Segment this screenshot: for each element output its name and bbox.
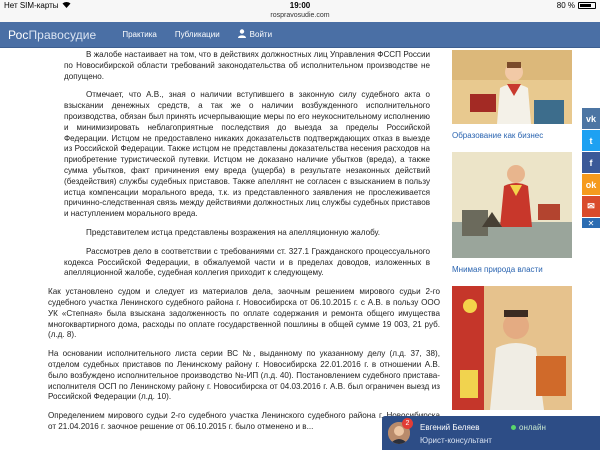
- site-header: РосПравосудие Практика Публикации Войти: [0, 22, 600, 48]
- facebook-glyph: f: [589, 157, 593, 168]
- odnoklassniki-glyph: ok: [585, 179, 597, 190]
- logo-rest: Правосудие: [28, 27, 97, 42]
- online-status: онлайн: [511, 423, 546, 432]
- facebook-icon[interactable]: f: [582, 152, 600, 173]
- ios-status-bar: Нет SIM-карты 19:00 80 %: [0, 0, 600, 12]
- address-bar[interactable]: rospravosudie.com: [0, 12, 600, 22]
- nav-publications[interactable]: Публикации: [175, 29, 220, 40]
- sidebar-card-caption[interactable]: Образование как бизнес: [452, 131, 572, 140]
- article-paragraph: Отмечает, что А.В., зная о наличии вступ…: [64, 90, 430, 219]
- user-icon: [237, 29, 246, 40]
- twitter-icon[interactable]: t: [582, 130, 600, 151]
- battery-fill: [580, 4, 592, 7]
- vk-icon[interactable]: vk: [582, 108, 600, 129]
- article-paragraph: На основании исполнительного листа серии…: [48, 349, 440, 402]
- sidebar: Образование как бизнес Мнимая природа вл…: [452, 50, 572, 427]
- clock: 19:00: [289, 1, 311, 10]
- logo-main: Рос: [8, 27, 29, 42]
- vk-glyph: vk: [585, 113, 596, 124]
- chat-widget[interactable]: 2 Евгений Беляев онлайн Юрист-консультан…: [382, 416, 600, 450]
- online-status-label: онлайн: [519, 423, 546, 432]
- main-nav: Практика Публикации Войти: [122, 29, 272, 40]
- article-paragraph: Рассмотрев дело в соответствии с требова…: [64, 246, 430, 278]
- consultant-name: Евгений Беляев: [420, 423, 480, 432]
- site-logo[interactable]: РосПравосудие: [8, 28, 96, 42]
- poster-image-education[interactable]: [452, 50, 572, 124]
- online-dot-icon: [511, 425, 516, 430]
- article-body: В жалобе настаивает на том, что в действ…: [48, 50, 440, 441]
- sidebar-card-power[interactable]: Мнимая природа власти: [452, 152, 572, 274]
- poster-image-power[interactable]: [452, 152, 572, 258]
- close-icon[interactable]: ✕: [582, 218, 600, 228]
- poster-image-worker[interactable]: [452, 286, 572, 410]
- nav-publications-label: Публикации: [174, 30, 220, 39]
- social-share-bar: vk t f ok ✉ ✕: [582, 108, 600, 228]
- unread-badge: 2: [402, 418, 413, 429]
- sidebar-card-education[interactable]: Образование как бизнес: [452, 50, 572, 140]
- twitter-glyph: t: [589, 135, 593, 146]
- odnoklassniki-icon[interactable]: ok: [582, 174, 600, 195]
- sidebar-card-caption[interactable]: Мнимая природа власти: [452, 265, 572, 274]
- nav-practice-label: Практика: [122, 30, 157, 39]
- battery-icon: [578, 2, 596, 9]
- sidebar-card-worker[interactable]: [452, 286, 572, 415]
- article-paragraph: Как установлено судом и следует из матер…: [48, 287, 440, 340]
- nav-login[interactable]: Войти: [237, 29, 273, 40]
- nav-login-label: Войти: [249, 30, 273, 39]
- consultant-role: Юрист-консультант: [420, 436, 492, 445]
- article-paragraph: В жалобе настаивает на том, что в действ…: [64, 50, 430, 81]
- nav-practice[interactable]: Практика: [122, 29, 157, 40]
- mail-icon[interactable]: ✉: [582, 196, 600, 217]
- battery-area: 80 %: [557, 1, 596, 10]
- battery-percent: 80 %: [556, 1, 575, 10]
- mail-glyph: ✉: [587, 201, 595, 211]
- article-paragraph: Представителем истца представлены возраж…: [86, 227, 381, 237]
